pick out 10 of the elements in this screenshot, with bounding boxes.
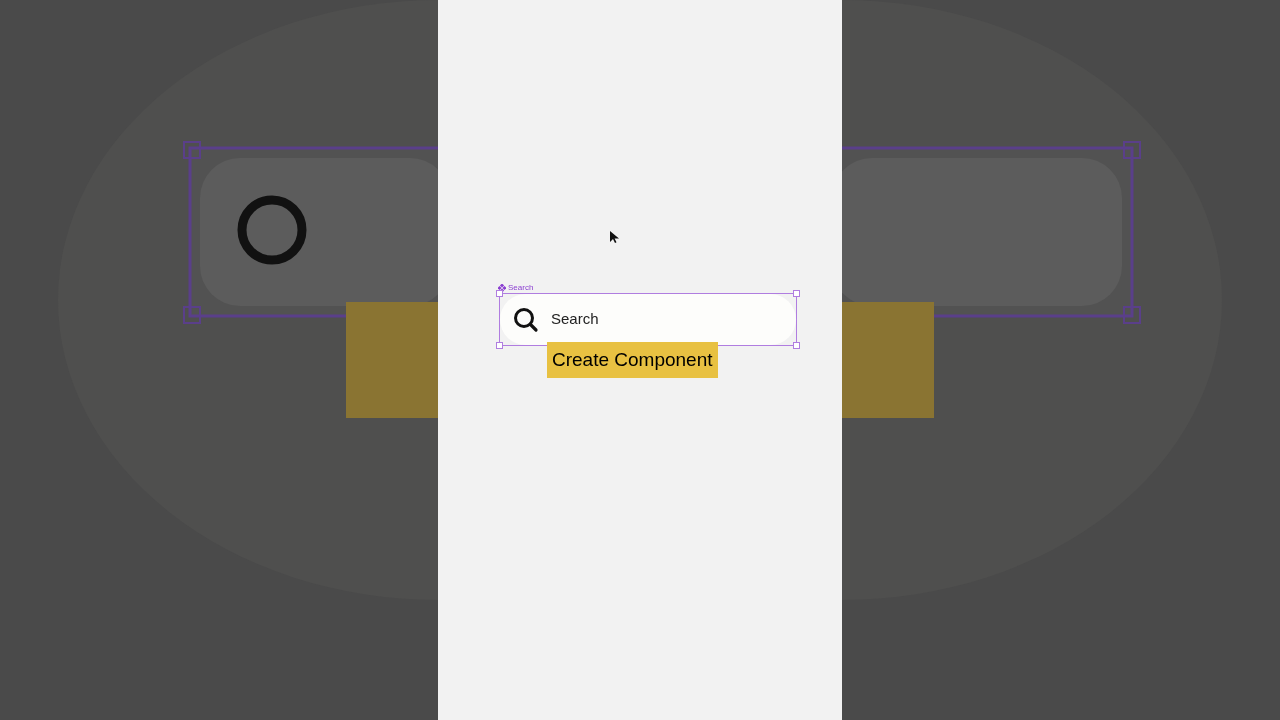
search-component[interactable]: Search [499, 293, 797, 346]
cursor-icon [610, 231, 620, 243]
resize-handle[interactable] [793, 290, 800, 297]
resize-handle[interactable] [496, 342, 503, 349]
search-text: Search [551, 309, 599, 330]
resize-handle[interactable] [793, 342, 800, 349]
search-icon [513, 306, 539, 333]
resize-handle[interactable] [496, 290, 503, 297]
caption: Create Component [547, 342, 718, 378]
component-label: Search [508, 283, 534, 293]
